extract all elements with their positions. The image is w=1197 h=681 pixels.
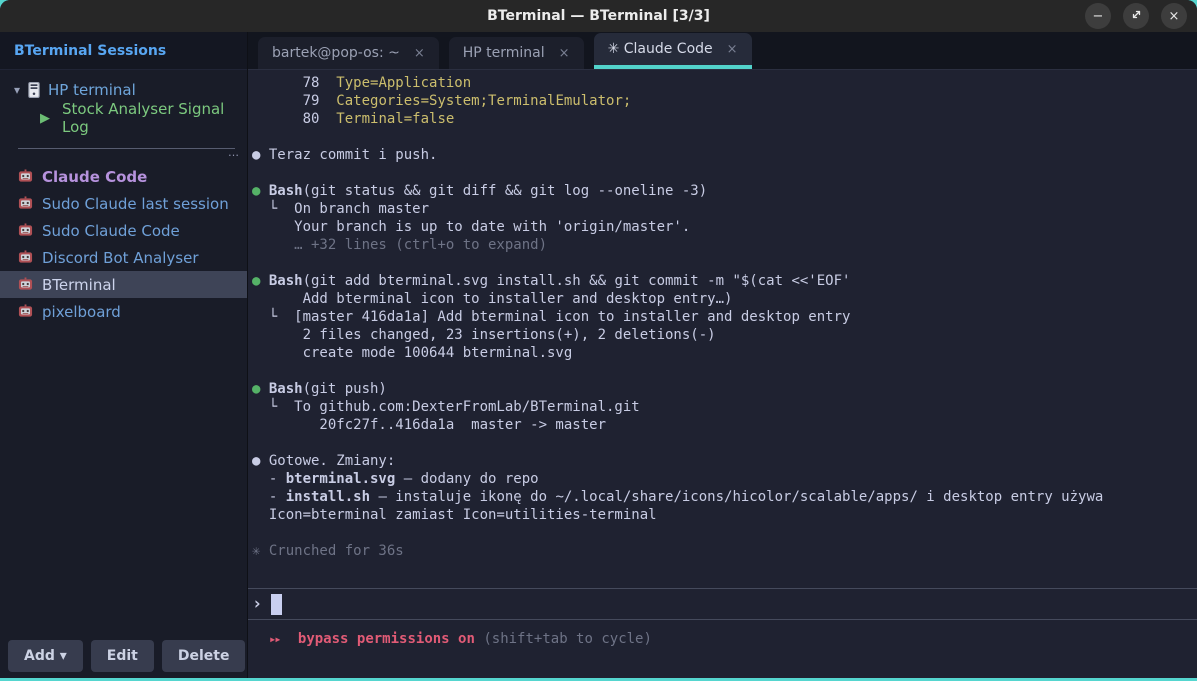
- terminal-lines: 78 Type=Application 79 Categories=System…: [248, 70, 1197, 560]
- terminal-line: 78 Type=Application: [252, 74, 1197, 92]
- session-list: Claude Code Sudo Claude last session Sudo …: [0, 163, 247, 325]
- arrows-icon: ▸▸: [269, 632, 279, 646]
- add-button[interactable]: Add ▾: [8, 640, 83, 672]
- minimize-icon: −: [1093, 9, 1104, 24]
- tab-close-icon[interactable]: ×: [727, 42, 738, 57]
- terminal-line: 20fc27f..416da1a master -> master: [252, 416, 1197, 434]
- session-item-bterminal[interactable]: BTerminal: [0, 271, 247, 298]
- maximize-icon: [1131, 9, 1142, 24]
- tree-item-stock-analyser-log[interactable]: ▶ Stock Analyser Signal Log: [0, 104, 247, 132]
- terminal-line: ● Gotowe. Zmiany:: [252, 452, 1197, 470]
- sidebar-footer: Add ▾ Edit Delete: [0, 634, 247, 678]
- tab-label: HP terminal: [463, 45, 545, 61]
- session-item-claude-code[interactable]: Claude Code: [0, 163, 247, 190]
- tab-label: ✳ Claude Code: [608, 41, 713, 57]
- terminal-line: 79 Categories=System;TerminalEmulator;: [252, 92, 1197, 110]
- terminal-line: Icon=bterminal zamiast Icon=utilities-te…: [252, 506, 1197, 524]
- window-controls: − ×: [1085, 3, 1187, 29]
- terminal-line: 80 Terminal=false: [252, 110, 1197, 128]
- play-icon: ▶: [40, 111, 50, 126]
- terminal-line: - install.sh — instaluje ikonę do ~/.loc…: [252, 488, 1197, 506]
- terminal-line: - bterminal.svg — dodany do repo: [252, 470, 1197, 488]
- session-item-label: Sudo Claude last session: [42, 195, 229, 213]
- delete-button[interactable]: Delete: [162, 640, 246, 672]
- session-tree: ▾ HP terminal ▶ Stock Analyser Signal Lo…: [0, 70, 247, 325]
- session-item-label: Discord Bot Analyser: [42, 249, 198, 267]
- terminal-line: Your branch is up to date with 'origin/m…: [252, 218, 1197, 236]
- close-button[interactable]: ×: [1161, 3, 1187, 29]
- tab-claude-code[interactable]: ✳ Claude Code ×: [594, 33, 752, 69]
- terminal-line: Add bterminal icon to installer and desk…: [252, 290, 1197, 308]
- robot-icon: [18, 169, 33, 184]
- terminal-output[interactable]: 78 Type=Application 79 Categories=System…: [248, 70, 1197, 678]
- session-item-discord-bot-analyser[interactable]: Discord Bot Analyser: [0, 244, 247, 271]
- text-cursor: [271, 594, 282, 615]
- maximize-button[interactable]: [1123, 3, 1149, 29]
- session-item-label: BTerminal: [42, 276, 116, 294]
- permissions-mode-label: bypass permissions on: [298, 631, 475, 647]
- sessions-sidebar: BTerminal Sessions ▾ HP terminal ▶ Stock…: [0, 32, 248, 678]
- terminal-line: └ To github.com:DexterFromLab/BTerminal.…: [252, 398, 1197, 416]
- robot-icon: [18, 223, 33, 238]
- sidebar-header: BTerminal Sessions: [0, 32, 247, 70]
- session-item-label: Sudo Claude Code: [42, 222, 180, 240]
- titlebar: BTerminal — BTerminal [3/3] − ×: [0, 0, 1197, 32]
- bterminal-window: BTerminal — BTerminal [3/3] − × BTermina…: [0, 0, 1197, 678]
- terminal-line: └ [master 416da1a] Add bterminal icon to…: [252, 308, 1197, 326]
- tab-hp-terminal[interactable]: HP terminal ×: [449, 37, 584, 69]
- terminal-line: ● Teraz commit i push.: [252, 146, 1197, 164]
- expand-arrow-icon[interactable]: ▾: [8, 83, 26, 97]
- robot-icon: [18, 304, 33, 319]
- minimize-button[interactable]: −: [1085, 3, 1111, 29]
- robot-icon: [18, 196, 33, 211]
- tab-close-icon[interactable]: ×: [559, 46, 570, 61]
- tab-bartek-pop-os[interactable]: bartek@pop-os: ~ ×: [258, 37, 439, 69]
- permissions-hint-text: (shift+tab to cycle): [483, 631, 652, 647]
- terminal-line: create mode 100644 bterminal.svg: [252, 344, 1197, 362]
- terminal-line: … +32 lines (ctrl+o to expand): [252, 236, 1197, 254]
- main-area: BTerminal Sessions ▾ HP terminal ▶ Stock…: [0, 32, 1197, 678]
- window-title: BTerminal — BTerminal [3/3]: [487, 8, 710, 24]
- terminal-line: └ On branch master: [252, 200, 1197, 218]
- terminal-line: ● Bash(git add bterminal.svg install.sh …: [252, 272, 1197, 290]
- robot-icon: [18, 250, 33, 265]
- terminal-line: [252, 254, 1197, 272]
- terminal-line: ● Bash(git status && git diff && git log…: [252, 182, 1197, 200]
- content-area: bartek@pop-os: ~ × HP terminal × ✳ Claud…: [248, 32, 1197, 678]
- terminal-line: [252, 128, 1197, 146]
- session-item-sudo-claude-last-session[interactable]: Sudo Claude last session: [0, 190, 247, 217]
- terminal-line: [252, 434, 1197, 452]
- permissions-status-bar: ▸▸ bypass permissions on (shift+tab to c…: [248, 631, 1197, 647]
- tab-label: bartek@pop-os: ~: [272, 45, 400, 61]
- edit-button[interactable]: Edit: [91, 640, 154, 672]
- tab-bar: bartek@pop-os: ~ × HP terminal × ✳ Claud…: [248, 32, 1197, 70]
- terminal-line: [252, 524, 1197, 542]
- session-item-label: Claude Code: [42, 168, 147, 186]
- session-item-pixelboard[interactable]: pixelboard: [0, 298, 247, 325]
- terminal-line: 2 files changed, 23 insertions(+), 2 del…: [252, 326, 1197, 344]
- robot-icon: [18, 277, 33, 292]
- input-separator-bottom: [248, 619, 1197, 620]
- terminal-line: ✳ Crunched for 36s: [252, 542, 1197, 560]
- tab-close-icon[interactable]: ×: [414, 46, 425, 61]
- more-dots-icon[interactable]: …: [0, 149, 247, 159]
- prompt-chevron-icon: ›: [252, 594, 262, 614]
- tree-child-label: Stock Analyser Signal Log: [62, 100, 247, 136]
- terminal-line: [252, 362, 1197, 380]
- tree-item-label: HP terminal: [48, 81, 136, 99]
- terminal-input-line[interactable]: ›: [248, 589, 1197, 619]
- session-item-sudo-claude-code[interactable]: Sudo Claude Code: [0, 217, 247, 244]
- computer-icon: [28, 82, 40, 98]
- sidebar-header-label: BTerminal Sessions: [14, 43, 166, 59]
- terminal-line: [252, 164, 1197, 182]
- session-item-label: pixelboard: [42, 303, 121, 321]
- close-icon: ×: [1169, 9, 1180, 24]
- terminal-line: ● Bash(git push): [252, 380, 1197, 398]
